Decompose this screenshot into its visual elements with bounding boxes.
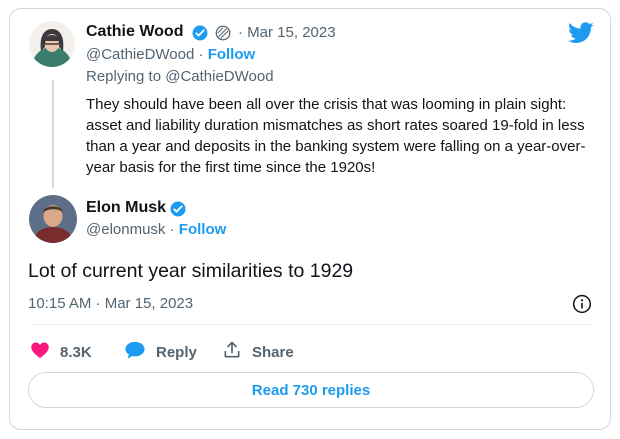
- follow-button-cathie[interactable]: Follow: [208, 46, 256, 63]
- avatar-cathie[interactable]: [29, 21, 75, 67]
- reply-label: Reply: [156, 343, 197, 361]
- twitter-logo-icon[interactable]: [568, 22, 594, 49]
- replying-to[interactable]: Replying to @CathieDWood: [86, 68, 274, 85]
- reply-author-handle[interactable]: @CathieDWood: [86, 46, 194, 63]
- info-icon[interactable]: [572, 294, 592, 319]
- read-replies-button[interactable]: Read 730 replies: [28, 372, 594, 408]
- reply-tweet-text: They should have been all over the crisi…: [86, 96, 586, 176]
- verified-icon: [191, 24, 209, 47]
- tweet-timestamp[interactable]: 10:15 AM · Mar 15, 2023: [28, 295, 193, 312]
- like-count: 8.3K: [60, 343, 92, 361]
- share-button[interactable]: Share: [222, 340, 294, 364]
- main-author-handle[interactable]: @elonmusk: [86, 221, 165, 238]
- affiliation-badge-icon: [214, 24, 232, 47]
- reply-author-name[interactable]: Cathie Wood: [86, 23, 183, 41]
- share-label: Share: [252, 343, 294, 361]
- avatar-elon[interactable]: [29, 195, 77, 243]
- heart-icon: [30, 340, 50, 364]
- verified-icon: [169, 200, 187, 223]
- share-icon: [222, 340, 242, 364]
- main-tweet-text: Lot of current year similarities to 1929: [28, 260, 354, 282]
- reply-bubble-icon: [124, 340, 146, 364]
- reply-button[interactable]: Reply: [124, 340, 197, 364]
- divider: [28, 324, 594, 325]
- thread-line: [52, 80, 54, 188]
- main-author-name[interactable]: Elon Musk: [86, 199, 166, 217]
- follow-button-elon[interactable]: Follow: [179, 221, 227, 238]
- like-button[interactable]: 8.3K: [30, 340, 92, 364]
- reply-date[interactable]: Mar 15, 2023: [247, 24, 335, 41]
